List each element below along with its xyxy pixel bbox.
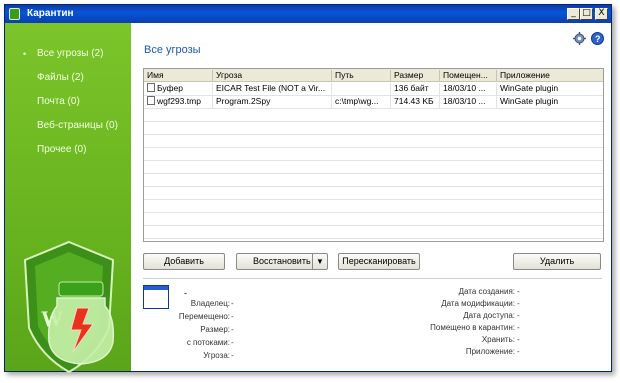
cell-name: wgf293.tmp [144,96,213,108]
empty-row [144,173,603,187]
maximize-button[interactable]: □ [580,8,593,20]
column-header-path[interactable]: Путь [332,70,391,81]
sidebar-item-files[interactable]: Файлы (2) [37,72,84,83]
delete-button[interactable]: Удалить [513,253,601,270]
empty-row [144,121,603,135]
cell-size: 714.43 KБ [391,96,440,108]
cell-date: 18/03/10 ... [440,96,497,108]
detail-value-size: - [231,325,234,334]
sidebar-item-mail[interactable]: Почта (0) [37,96,80,107]
cell-threat: Program.2Spy [213,96,332,108]
file-icon [147,83,155,92]
detail-value-quarantined: - [517,323,520,332]
gear-icon[interactable] [573,32,586,45]
chevron-down-icon[interactable]: ▼ [312,254,327,269]
cell-name-text: Буфер [157,83,183,93]
column-header-threat[interactable]: Угроза [213,70,332,81]
minimize-button[interactable]: _ [567,8,580,20]
cell-name: Буфер [144,83,213,95]
detail-label-threat: Угроза: [203,351,230,360]
page-title: Все угрозы [144,44,201,56]
quarantine-window: Карантин _ □ X • Все угрозы (2) Файлы (2… [4,4,612,374]
sidebar-item-all-threats[interactable]: Все угрозы (2) [37,48,103,59]
preview-titlebar [144,286,168,290]
detail-label-application: Приложение: [465,347,515,356]
drweb-shield-logo: W [23,240,115,374]
detail-value-created: - [517,287,520,296]
table-row[interactable]: wgf293.tmp Program.2Spy c:\tmp\wg... 714… [144,95,603,109]
cell-path: c:\tmp\wg... [332,96,391,108]
empty-row [144,147,603,161]
active-bullet-icon: • [23,49,27,59]
file-preview-icon [143,285,169,309]
window-title: Карантин [27,8,74,19]
table-header: Имя Угроза Путь Размер Помещен... Прилож… [144,69,603,82]
detail-value-keep: - [517,335,520,344]
detail-value-with-streams: - [231,338,234,347]
sidebar-item-other[interactable]: Прочее (0) [37,144,86,155]
add-button[interactable]: Добавить [143,253,225,270]
empty-row [144,225,603,239]
divider [143,278,602,279]
cell-threat: EICAR Test File (NOT a Vir... [213,83,332,95]
detail-label-size: Размер: [200,325,230,334]
cell-name-text: wgf293.tmp [157,96,201,106]
help-icon[interactable]: ? [591,32,604,45]
empty-row [144,186,603,200]
detail-value-modified: - [517,299,520,308]
title-bar[interactable]: Карантин _ □ X [5,5,611,23]
table-row[interactable]: Буфер EICAR Test File (NOT a Vir... 136 … [144,82,603,96]
app-icon [9,8,20,20]
cell-size: 136 байт [391,83,440,95]
sidebar-item-web-pages[interactable]: Веб-страницы (0) [37,120,118,131]
cell-date: 18/03/10 ... [440,83,497,95]
detail-file-name: - [184,288,187,298]
svg-text:?: ? [595,34,601,44]
close-button[interactable]: X [595,8,608,20]
cell-path [332,83,391,95]
detail-label-with-streams: с потоками: [186,338,230,347]
detail-label-owner: Владелец: [190,299,230,308]
column-header-application[interactable]: Приложение [497,70,603,81]
restore-button-label: Восстановить [253,256,311,266]
restore-button[interactable]: Восстановить ▼ [236,253,328,270]
detail-value-threat: - [231,351,234,360]
detail-value-application: - [517,347,520,356]
detail-label-modified: Дата модификации: [441,299,515,308]
detail-value-moved: - [231,312,234,321]
detail-label-keep: Хранить: [481,335,515,344]
empty-row [144,134,603,148]
file-icon [147,96,155,105]
detail-label-moved: Перемещено: [178,312,230,321]
empty-row [144,108,603,122]
empty-row [144,212,603,226]
threats-table[interactable]: Имя Угроза Путь Размер Помещен... Прилож… [143,68,604,242]
detail-label-accessed: Дата доступа: [463,311,515,320]
detail-value-owner: - [231,299,234,308]
detail-label-quarantined: Помещено в карантин: [430,323,515,332]
column-header-size[interactable]: Размер [391,70,440,81]
cell-application: WinGate plugin [500,83,559,93]
rescan-button[interactable]: Пересканировать [338,253,420,270]
detail-label-created: Дата создания: [458,287,515,296]
empty-row [144,199,603,213]
column-header-name[interactable]: Имя [144,70,213,81]
detail-value-accessed: - [517,311,520,320]
column-header-date[interactable]: Помещен... [440,70,497,81]
empty-row [144,160,603,174]
cell-application: WinGate plugin [500,96,559,106]
